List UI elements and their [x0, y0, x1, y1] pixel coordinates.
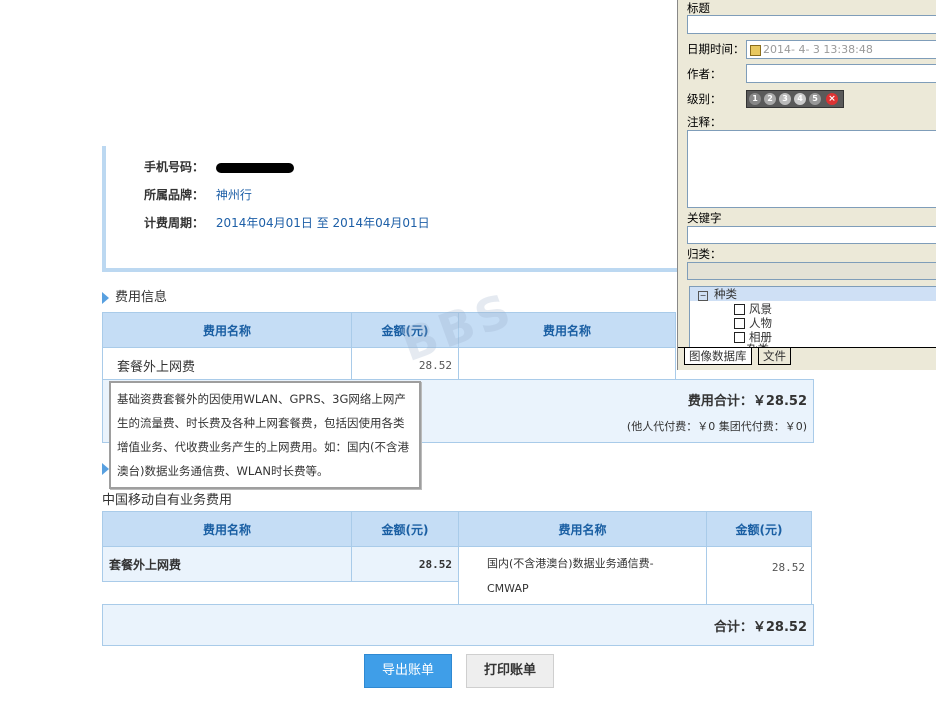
empty-cell: [458, 347, 676, 383]
own-business-table: 费用名称 金额(元) 费用名称 金额(元) 套餐外上网费 28.52 国内(不含…: [102, 511, 812, 607]
fee-info-title-text: 费用信息: [115, 290, 168, 305]
brand-label: 所属品牌：: [144, 188, 205, 202]
own-fee-amount: 28.52: [351, 546, 459, 582]
spacer-cell: [103, 582, 459, 607]
title-input[interactable]: [687, 15, 936, 34]
keyword-input[interactable]: [687, 226, 936, 244]
tab-file[interactable]: 文件: [758, 348, 791, 365]
level-dot-4[interactable]: 4: [794, 93, 806, 105]
fee-info-table: 费用名称 金额(元) 费用名称 套餐外上网费 28.52: [102, 312, 676, 383]
fee-subtotal: (他人代付费：￥0 集团代付费：￥0): [626, 420, 807, 433]
keyword-label: 关键字: [687, 211, 722, 225]
level-rating[interactable]: 1 2 3 4 5 ×: [746, 90, 844, 108]
level-label: 级别：: [687, 92, 722, 106]
checkbox[interactable]: [734, 318, 745, 329]
fee-total: 费用合计：￥28.52: [687, 394, 807, 409]
table-row: 套餐外上网费 28.52 国内(不含港澳台)数据业务通信费-CMWAP 28.5…: [102, 546, 812, 607]
collapse-icon[interactable]: −: [698, 291, 708, 301]
own-fee-name: 套餐外上网费: [102, 546, 352, 582]
note-textarea[interactable]: [687, 130, 936, 208]
own-total: 合计：￥28.52: [713, 620, 807, 635]
calendar-icon[interactable]: [750, 44, 761, 56]
brand-value: 神州行: [215, 188, 252, 202]
brand-row: 所属品牌： 神州行: [144, 186, 252, 203]
date-input[interactable]: 2014- 4- 3 13:38:48: [746, 40, 936, 59]
period-label: 计费周期：: [144, 216, 205, 230]
image-database-panel: 标题 日期时间： 2014- 4- 3 13:38:48 作者： 级别： 1 2…: [677, 0, 936, 370]
section-arrow-icon: [102, 291, 109, 304]
note-label: 注释：: [687, 115, 722, 129]
phone-label: 手机号码：: [144, 160, 205, 174]
date-label: 日期时间：: [687, 42, 745, 56]
clear-level-icon[interactable]: ×: [826, 93, 838, 105]
section-arrow-icon: [102, 462, 109, 475]
phone-redacted: [215, 162, 294, 173]
col-header-name: 费用名称: [102, 511, 352, 547]
phone-row: 手机号码：: [144, 158, 294, 175]
col-header-amount: 金额(元): [351, 511, 459, 547]
date-value: 2014- 4- 3 13:38:48: [763, 43, 873, 56]
author-input[interactable]: [746, 64, 936, 83]
fee-tooltip: 基础资费套餐外的因使用WLAN、GPRS、3G网络上网产生的流量费、时长费及各种…: [109, 381, 421, 489]
col-header-amount-2: 金额(元): [706, 511, 812, 547]
fee-info-title: 费用信息: [102, 286, 167, 305]
print-bill-button[interactable]: 打印账单: [466, 654, 554, 688]
category-input[interactable]: [687, 262, 936, 280]
period-value: 2014年04月01日 至 2014年04月01日: [215, 216, 430, 230]
level-dot-2[interactable]: 2: [764, 93, 776, 105]
tree-root-label: 种类: [714, 287, 737, 301]
right-fee-amount: 28.52: [706, 546, 812, 607]
checkbox[interactable]: [734, 304, 745, 315]
own-total-box: 合计：￥28.52: [102, 604, 814, 646]
category-label: 归类：: [687, 247, 722, 261]
fee-name[interactable]: 套餐外上网费: [102, 347, 352, 383]
tab-image-database[interactable]: 图像数据库: [684, 348, 752, 365]
tree-item-label: 风景: [749, 302, 772, 316]
level-dot-5[interactable]: 5: [809, 93, 821, 105]
tree-root[interactable]: − 种类: [690, 287, 936, 301]
tree-item[interactable]: 人物: [734, 316, 772, 330]
level-dot-1[interactable]: 1: [749, 93, 761, 105]
account-info-panel: 手机号码： 所属品牌： 神州行 计费周期： 2014年04月01日 至 2014…: [102, 146, 680, 272]
col-header-name: 费用名称: [102, 312, 352, 348]
tree-item-label: 人物: [749, 316, 772, 330]
title-label: 标题: [687, 1, 710, 15]
author-label: 作者：: [687, 67, 722, 81]
period-row: 计费周期： 2014年04月01日 至 2014年04月01日: [144, 214, 430, 231]
category-tree[interactable]: −种类 风景 人物 相册 杂类: [689, 286, 936, 347]
panel-tabs: 图像数据库 文件: [678, 347, 936, 370]
own-business-title: 中国移动自有业务费用: [102, 493, 233, 508]
right-fee-name: 国内(不含港澳台)数据业务通信费-CMWAP: [458, 546, 707, 607]
table-row[interactable]: 套餐外上网费 28.52: [102, 347, 676, 383]
checkbox[interactable]: [734, 332, 745, 343]
export-bill-button[interactable]: 导出账单: [364, 654, 452, 688]
level-dot-3[interactable]: 3: [779, 93, 791, 105]
tree-item[interactable]: 风景: [734, 302, 772, 316]
col-header-name-2: 费用名称: [458, 511, 707, 547]
